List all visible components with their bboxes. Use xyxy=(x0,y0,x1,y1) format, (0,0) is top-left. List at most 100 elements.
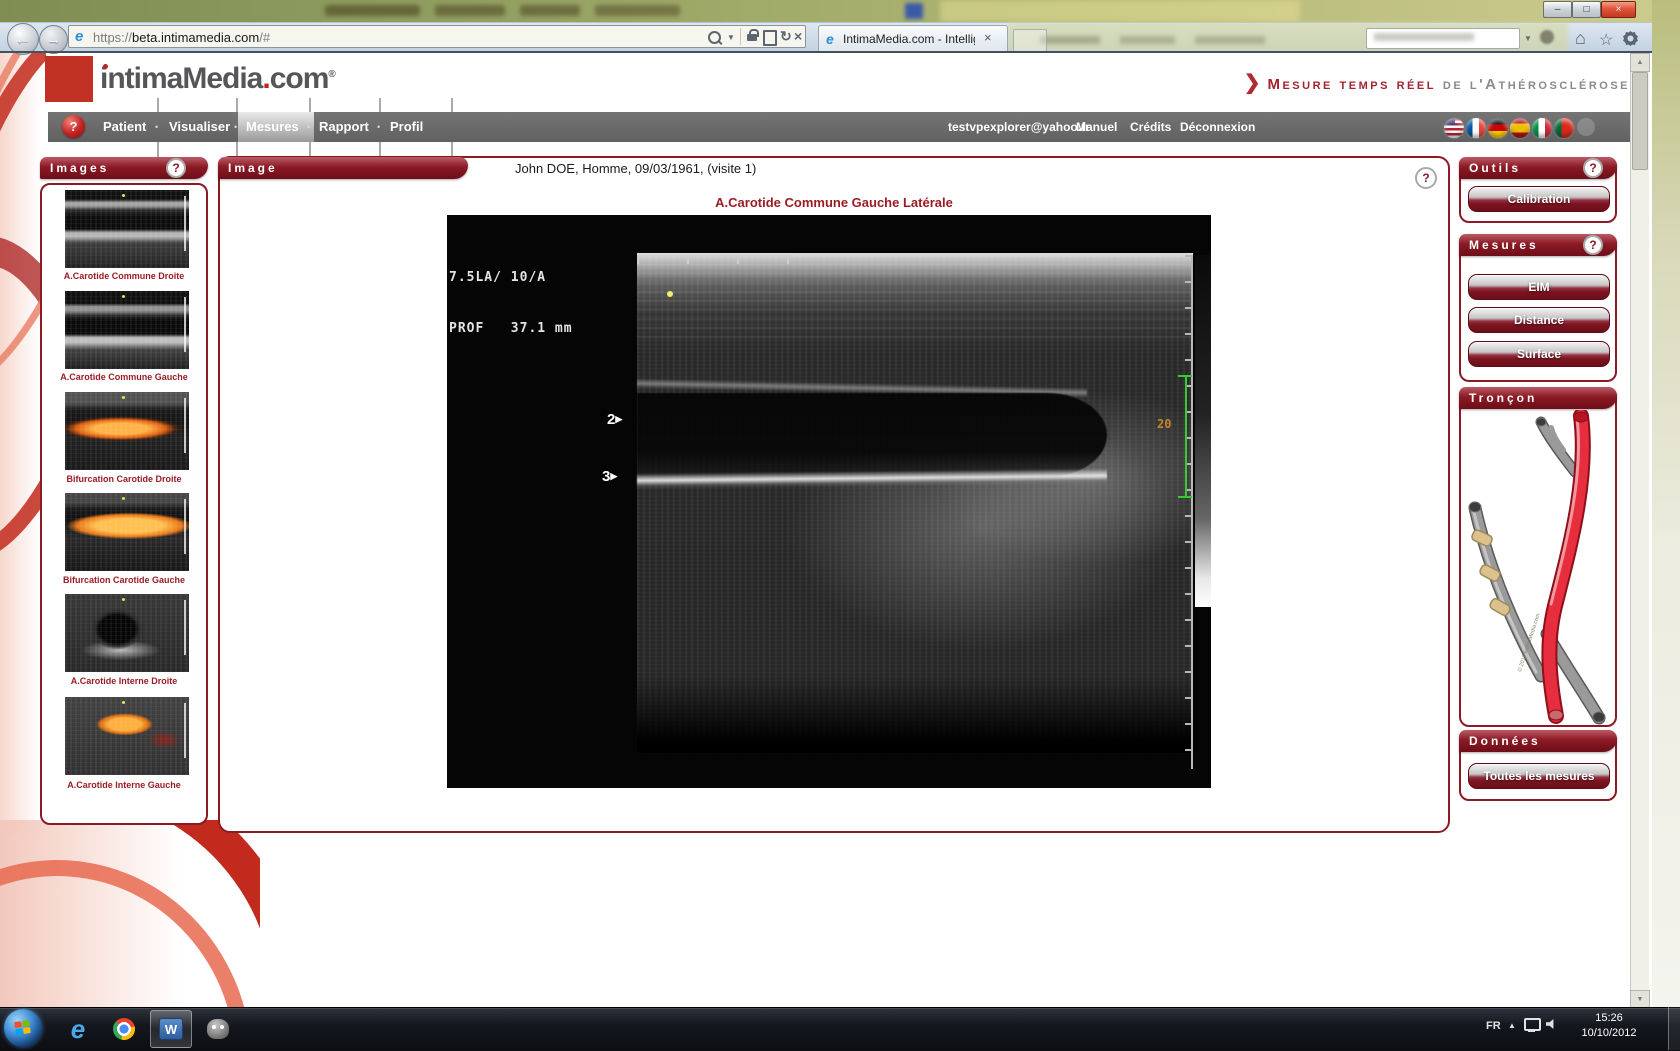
logo-tld: com xyxy=(270,62,329,95)
marker-2[interactable]: 2▶ xyxy=(607,411,622,428)
address-url[interactable]: https://beta.intimamedia.com/# xyxy=(93,30,270,45)
top-ruler xyxy=(637,255,791,264)
compatibility-view-icon[interactable] xyxy=(763,30,777,46)
background-minimize-button[interactable]: – xyxy=(1543,1,1572,18)
site-logo[interactable]: intimaMedia.com® xyxy=(100,62,336,96)
background-round-icon xyxy=(1540,30,1554,44)
logo-registered: ® xyxy=(328,69,335,80)
background-window-title-smudge xyxy=(435,5,505,16)
measure-bracket-bottom xyxy=(1178,496,1192,498)
scrollbar-thumb[interactable] xyxy=(1632,72,1648,170)
nav-item-mesures[interactable]: Mesures xyxy=(246,119,299,134)
thumbnail-edge-line xyxy=(184,499,186,554)
flag-spain[interactable] xyxy=(1509,117,1531,139)
search-dropdown-icon[interactable]: ▼ xyxy=(727,33,735,42)
background-close-button[interactable]: × xyxy=(1601,1,1636,18)
calibration-button[interactable]: Calibration xyxy=(1468,186,1610,212)
image-help-button[interactable]: ? xyxy=(1415,167,1437,189)
stop-icon[interactable]: × xyxy=(794,28,802,44)
eim-button[interactable]: EIM xyxy=(1468,274,1610,300)
background-search-smudge xyxy=(1374,33,1474,41)
tray-language[interactable]: FR xyxy=(1486,1020,1501,1032)
show-desktop-button[interactable] xyxy=(1668,1007,1680,1050)
nav-item-patient[interactable]: Patient xyxy=(103,119,146,134)
page-scrollbar-track[interactable] xyxy=(1630,53,1649,1007)
nav-item-visualiser[interactable]: Visualiser xyxy=(169,119,230,134)
outils-help-button[interactable]: ? xyxy=(1583,158,1603,178)
flag-portugal[interactable] xyxy=(1553,117,1575,139)
thumbnail-label[interactable]: Bifurcation Carotide Droite xyxy=(42,474,206,484)
refresh-icon[interactable]: ↻ xyxy=(780,28,792,45)
background-search-caret-icon[interactable]: ▼ xyxy=(1524,34,1532,43)
taskbar-word-button[interactable]: W xyxy=(150,1010,192,1048)
flag-france[interactable] xyxy=(1465,117,1487,139)
ultrasound-image[interactable]: 7.5LA/ 10/A PROF 37.1 mm 2▶ 3▶ 20 xyxy=(447,215,1211,788)
chrome-bottom-divider xyxy=(0,51,1652,53)
flag-italy[interactable] xyxy=(1531,117,1553,139)
thumbnail-label[interactable]: A.Carotide Commune Droite xyxy=(42,271,206,281)
forward-button[interactable]: → xyxy=(39,25,68,54)
thumbnail-label[interactable]: A.Carotide Interne Gauche xyxy=(42,780,206,790)
new-tab-button[interactable] xyxy=(1013,29,1047,52)
thumbnail-carotide-interne-gauche[interactable] xyxy=(65,697,189,775)
image-caption: A.Carotide Commune Gauche Latérale xyxy=(534,195,1134,210)
clock-date: 10/10/2012 xyxy=(1572,1026,1646,1041)
nav-link-deconnexion[interactable]: Déconnexion xyxy=(1180,120,1255,134)
tab-title: IntimaMedia.com - Intellig... xyxy=(843,32,975,46)
thumbnail-label[interactable]: A.Carotide Commune Gauche xyxy=(42,372,206,382)
favorites-star-icon[interactable]: ☆ xyxy=(1599,30,1613,50)
donnees-panel-header: Données xyxy=(1459,730,1617,752)
overlay-line2: PROF 37.1 mm xyxy=(449,320,573,337)
tray-hidden-icons-arrow[interactable]: ▲ xyxy=(1508,1021,1516,1030)
address-divider xyxy=(740,28,741,45)
toutes-les-mesures-button[interactable]: Toutes les mesures xyxy=(1468,763,1610,789)
thumbnail-carotide-commune-droite[interactable] xyxy=(65,190,189,268)
background-restore-button[interactable]: □ xyxy=(1572,1,1601,18)
restore-icon: □ xyxy=(1583,4,1589,15)
gimp-eye xyxy=(212,1025,216,1029)
depth-label: 20 xyxy=(1157,417,1171,431)
distance-button[interactable]: Distance xyxy=(1468,307,1610,333)
taskbar-gimp-button[interactable] xyxy=(198,1011,238,1047)
images-help-button[interactable]: ? xyxy=(166,158,186,178)
url-path: /# xyxy=(259,30,270,45)
thumbnail-carotide-commune-gauche[interactable] xyxy=(65,291,189,369)
scrollbar-up-button[interactable]: ▲ xyxy=(1630,53,1650,72)
echo-bottom-fade xyxy=(637,675,1193,753)
nav-help-button[interactable]: ? xyxy=(62,115,85,138)
url-scheme: https:// xyxy=(93,30,132,45)
thumbnail-bifurcation-gauche[interactable] xyxy=(65,493,189,571)
grayscale-wedge xyxy=(1195,255,1211,607)
nav-link-credits[interactable]: Crédits xyxy=(1130,120,1171,134)
mesures-help-button[interactable]: ? xyxy=(1583,235,1603,255)
tab-close-icon[interactable]: × xyxy=(984,30,992,45)
measure-bracket-line[interactable] xyxy=(1185,375,1187,498)
flag-pane xyxy=(15,1028,23,1035)
nav-item-profil[interactable]: Profil xyxy=(390,119,423,134)
thumbnail-edge-line xyxy=(184,398,186,453)
flag-usa[interactable] xyxy=(1443,117,1465,139)
surface-button[interactable]: Surface xyxy=(1468,341,1610,367)
marker-3[interactable]: 3▶ xyxy=(602,468,617,485)
marker-arrow-icon: ▶ xyxy=(610,471,617,481)
flag-germany[interactable] xyxy=(1487,117,1509,139)
start-button[interactable] xyxy=(4,1009,42,1047)
nav-bullet: • xyxy=(234,122,237,132)
flag-faded xyxy=(1577,118,1595,136)
thumbnail-carotide-interne-droite[interactable] xyxy=(65,594,189,672)
tab-favicon-ie: e xyxy=(826,31,834,47)
vessel-lumen xyxy=(637,393,1107,477)
gimp-eye xyxy=(220,1025,224,1029)
help-icon: ? xyxy=(1589,238,1596,252)
tray-clock[interactable]: 15:26 10/10/2012 xyxy=(1572,1011,1646,1045)
up-arrow-icon: ▲ xyxy=(1637,59,1644,66)
taskbar-ie-button[interactable]: e xyxy=(58,1011,98,1047)
thumbnail-label[interactable]: Bifurcation Carotide Gauche xyxy=(42,575,206,585)
nav-item-rapport[interactable]: Rapport xyxy=(319,119,369,134)
thumbnail-label[interactable]: A.Carotide Interne Droite xyxy=(42,676,206,686)
nav-link-manuel[interactable]: Manuel xyxy=(1076,120,1117,134)
tray-display-stand xyxy=(1528,1030,1535,1032)
home-icon[interactable]: ⌂ xyxy=(1575,28,1586,49)
taskbar-chrome-button[interactable] xyxy=(104,1011,144,1047)
thumbnail-bifurcation-droite[interactable] xyxy=(65,392,189,470)
